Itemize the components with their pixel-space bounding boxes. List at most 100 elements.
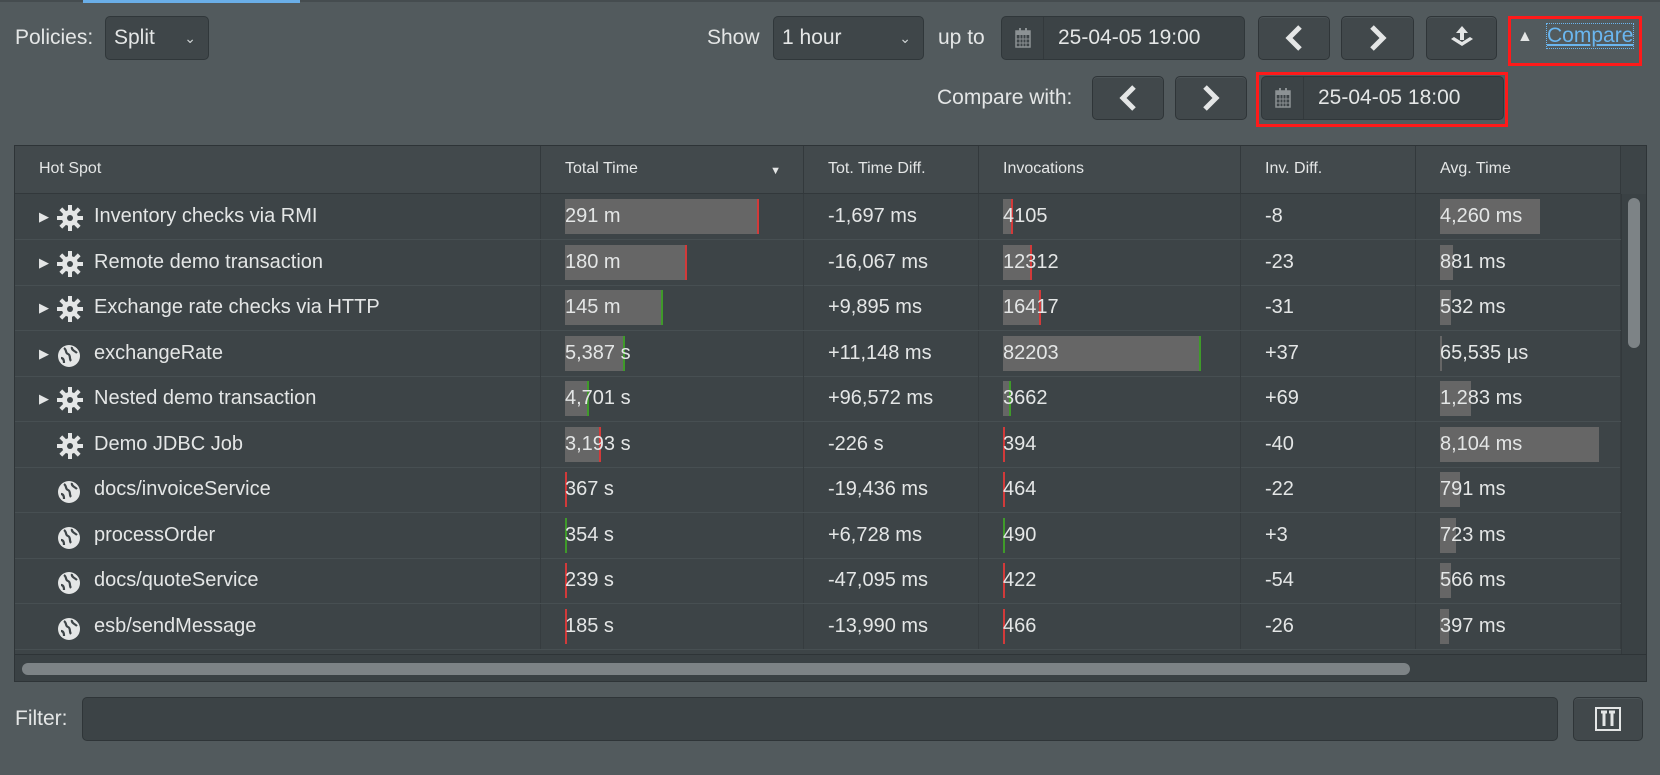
- total-time-value: 185 s: [565, 614, 614, 637]
- expand-arrow-icon[interactable]: ▶: [39, 194, 49, 239]
- total-time-diff-cell: +9,895 ms: [804, 285, 979, 330]
- average-time-value: 791 ms: [1440, 478, 1506, 500]
- compare-date-field[interactable]: 25-04-05 18:00: [1261, 76, 1504, 120]
- table-row[interactable]: docs/invoiceService 367 s -19,436 ms 464 -22…: [15, 467, 1621, 513]
- next-period-button[interactable]: [1341, 16, 1414, 60]
- hot-spot-name: Remote demo transaction: [94, 250, 324, 273]
- sort-descending-icon: ▼: [770, 165, 781, 177]
- hot-spot-cell: ▶ Inventory checks via RMI: [15, 194, 541, 239]
- column-header-invocations[interactable]: Invocations: [979, 146, 1241, 193]
- average-time-value: 65,535 µs: [1440, 341, 1529, 364]
- invocations-diff-cell: -26: [1241, 603, 1416, 649]
- hot-spot-cell: processOrder: [15, 512, 541, 558]
- column-header-hot-spot[interactable]: Hot Spot: [15, 146, 541, 193]
- invocations-diff-value: +3: [1265, 523, 1288, 546]
- average-time-cell: 566 ms: [1416, 558, 1621, 603]
- table-row[interactable]: ▶ Remote demo transaction 180 m -16,067 ms 1…: [15, 239, 1621, 286]
- hot-spot-cell: docs/quoteService: [15, 558, 541, 603]
- average-time-cell: 723 ms: [1416, 512, 1621, 558]
- hot-spot-name: Inventory checks via RMI: [94, 205, 318, 227]
- show-label: Show: [707, 26, 760, 49]
- table-row[interactable]: ▶ Inventory checks via RMI 291 m -1,697 ms 4…: [15, 194, 1621, 240]
- table-row[interactable]: ▶ Nested demo transaction 4,701 s +96,572 m…: [15, 376, 1621, 422]
- invocations-diff-cell: -54: [1241, 558, 1416, 603]
- column-header-invocations-diff[interactable]: Inv. Diff.: [1241, 146, 1416, 193]
- hot-spot-name: Exchange rate checks via HTTP: [94, 296, 380, 318]
- hot-spot-cell: esb/sendMessage: [15, 603, 541, 649]
- invocations-value: 490: [1003, 523, 1037, 546]
- time-range-select[interactable]: 1 hour ⌄: [773, 16, 924, 60]
- expand-arrow-icon[interactable]: ▶: [39, 285, 49, 330]
- active-tab-indicator[interactable]: [83, 0, 300, 3]
- table-row[interactable]: ▶ Exchange rate checks via HTTP 145 m +9,89…: [15, 285, 1621, 331]
- invocations-diff-value: -31: [1265, 296, 1294, 318]
- total-time-diff-value: +6,728 ms: [828, 523, 922, 546]
- invocations-diff-cell: -40: [1241, 421, 1416, 467]
- header-label: Hot Spot: [39, 160, 102, 177]
- table-row[interactable]: processOrder 354 s +6,728 ms 490 +3 723 ms: [15, 512, 1621, 559]
- invocations-diff-value: -40: [1265, 432, 1294, 455]
- hot-spot-name: esb/sendMessage: [94, 614, 257, 637]
- chevron-right-icon: [1369, 25, 1387, 51]
- invocations-value: 3662: [1003, 387, 1048, 409]
- header-label: Total Time: [565, 160, 638, 177]
- total-time-diff-cell: -19,436 ms: [804, 467, 979, 512]
- total-time-diff-value: -13,990 ms: [828, 614, 929, 637]
- end-date-field[interactable]: 25-04-05 19:00: [1001, 16, 1245, 60]
- end-date-value: 25-04-05 19:00: [1058, 26, 1201, 49]
- header-label: Tot. Time Diff.: [828, 160, 926, 177]
- average-time-value: 881 ms: [1440, 250, 1506, 273]
- total-time-cell: 5,387 s: [541, 330, 804, 376]
- expand-arrow-icon[interactable]: ▶: [39, 240, 49, 285]
- policies-select[interactable]: Split ⌄: [105, 16, 209, 60]
- filter-options-button[interactable]: [1573, 697, 1643, 741]
- hot-spot-name: Demo JDBC Job: [94, 432, 243, 455]
- export-icon: [1450, 26, 1473, 46]
- table-row[interactable]: esb/sendMessage 185 s -13,990 ms 466 -26 397 …: [15, 603, 1621, 650]
- compare-next-button[interactable]: [1175, 76, 1247, 120]
- invocations-diff-cell: +69: [1241, 376, 1416, 421]
- table-row[interactable]: Demo JDBC Job 3,193 s -226 s 394 -40 8,104 ms: [15, 421, 1621, 468]
- total-time-diff-value: -226 s: [828, 432, 884, 455]
- invocations-diff-value: -23: [1265, 250, 1294, 273]
- average-time-trend-marker: [1537, 199, 1540, 234]
- calendar-icon[interactable]: [1262, 77, 1304, 119]
- average-time-cell: 1,283 ms: [1416, 376, 1621, 421]
- average-time-value: 1,283 ms: [1440, 387, 1523, 409]
- previous-period-button[interactable]: [1258, 16, 1330, 60]
- expand-arrow-icon[interactable]: ▶: [39, 376, 49, 421]
- invocations-diff-cell: -31: [1241, 285, 1416, 330]
- average-time-value: 397 ms: [1440, 614, 1506, 637]
- average-time-cell: 791 ms: [1416, 467, 1621, 512]
- calendar-icon[interactable]: [1002, 17, 1044, 59]
- chevron-down-icon: ⌄: [899, 30, 911, 46]
- chevron-down-icon: ⌄: [184, 30, 196, 46]
- expand-arrow-icon[interactable]: ▶: [39, 331, 49, 376]
- compare-previous-button[interactable]: [1092, 76, 1164, 120]
- invocations-cell: 464: [979, 467, 1241, 512]
- compare-link[interactable]: Compare: [1545, 23, 1635, 49]
- total-time-diff-cell: -16,067 ms: [804, 239, 979, 285]
- hot-spot-name: docs/invoiceService: [94, 478, 271, 500]
- hot-spot-name: docs/quoteService: [94, 569, 259, 591]
- horizontal-scrollbar-thumb[interactable]: [22, 663, 1410, 675]
- header-label: Inv. Diff.: [1265, 160, 1323, 177]
- export-button[interactable]: [1426, 16, 1497, 60]
- average-time-cell: 65,535 µs: [1416, 330, 1621, 376]
- hot-spot-name: exchangeRate: [94, 341, 223, 364]
- column-header-average-time[interactable]: Avg. Time: [1416, 146, 1621, 193]
- total-time-value: 367 s: [565, 478, 614, 500]
- collapse-triangle-icon[interactable]: ▲: [1517, 28, 1533, 46]
- column-header-total-time[interactable]: Total Time ▼: [541, 146, 804, 193]
- total-time-value: 291 m: [565, 205, 621, 227]
- average-time-value: 8,104 ms: [1440, 432, 1523, 455]
- total-time-cell: 4,701 s: [541, 376, 804, 421]
- vertical-scrollbar-thumb[interactable]: [1628, 198, 1640, 348]
- total-time-trend-marker: [660, 290, 663, 325]
- filter-input[interactable]: [82, 697, 1558, 741]
- table-row[interactable]: docs/quoteService 239 s -47,095 ms 422 -54 56…: [15, 558, 1621, 604]
- invocations-cell: 422: [979, 558, 1241, 603]
- total-time-diff-value: +11,148 ms: [828, 341, 932, 364]
- table-row[interactable]: ▶ exchangeRate 5,387 s +11,148 ms 82203 +37 65…: [15, 330, 1621, 377]
- column-header-total-time-diff[interactable]: Tot. Time Diff.: [804, 146, 979, 193]
